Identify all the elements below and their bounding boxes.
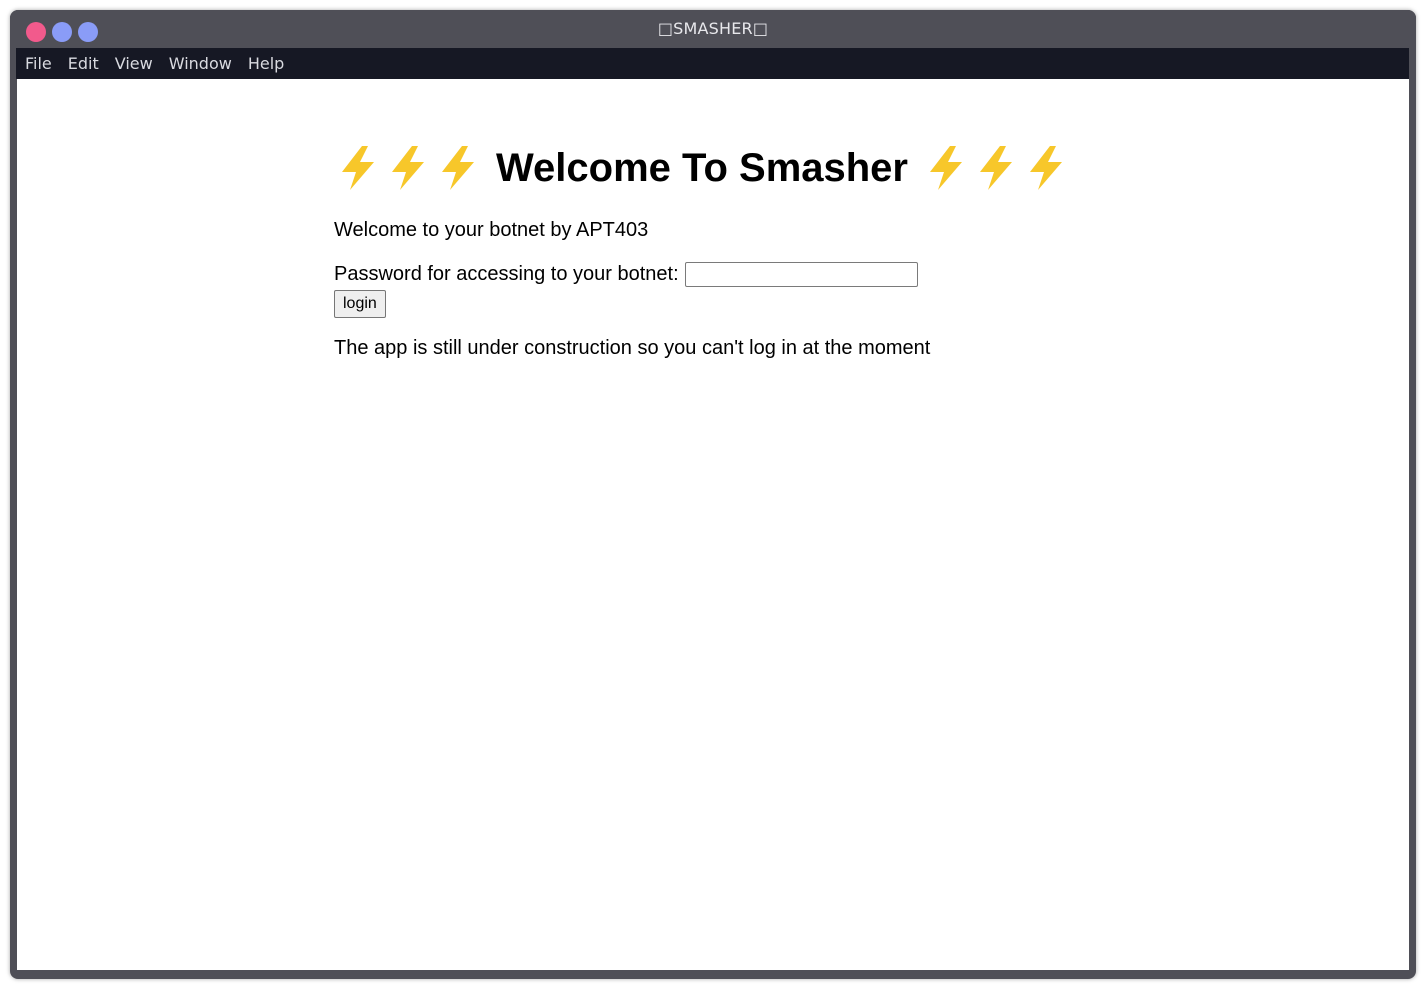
- left-bolts: [334, 144, 484, 192]
- menu-view[interactable]: View: [115, 48, 153, 79]
- lightning-bolt-icon: [342, 146, 374, 190]
- window-title: □SMASHER□: [657, 19, 769, 38]
- app-window: □SMASHER□ File Edit View Window Help Wel…: [10, 10, 1416, 979]
- menu-window[interactable]: Window: [169, 48, 232, 79]
- page-title-row: Welcome To Smasher: [334, 144, 1072, 192]
- subtitle: Welcome to your botnet by APT403: [334, 219, 649, 241]
- lightning-bolt-icon: [930, 146, 962, 190]
- password-row: Password for accessing to your botnet:: [334, 262, 918, 287]
- password-label: Password for accessing to your botnet:: [334, 263, 679, 285]
- construction-notice: The app is still under construction so y…: [334, 337, 931, 359]
- menu-help[interactable]: Help: [248, 48, 284, 79]
- title-bar[interactable]: □SMASHER□: [10, 10, 1416, 48]
- menu-bar: File Edit View Window Help: [16, 48, 1409, 79]
- login-button[interactable]: login: [334, 290, 386, 318]
- menu-file[interactable]: File: [25, 48, 52, 79]
- lightning-bolt-icon: [980, 146, 1012, 190]
- lightning-bolt-icon: [1030, 146, 1062, 190]
- lightning-bolt-icon: [392, 146, 424, 190]
- right-bolts: [922, 144, 1072, 192]
- page-content: Welcome To Smasher Welcome to your botne…: [17, 79, 1409, 970]
- password-input[interactable]: [684, 262, 918, 287]
- lightning-bolt-icon: [442, 146, 474, 190]
- menu-edit[interactable]: Edit: [68, 48, 99, 79]
- page-title: Welcome To Smasher: [496, 145, 908, 190]
